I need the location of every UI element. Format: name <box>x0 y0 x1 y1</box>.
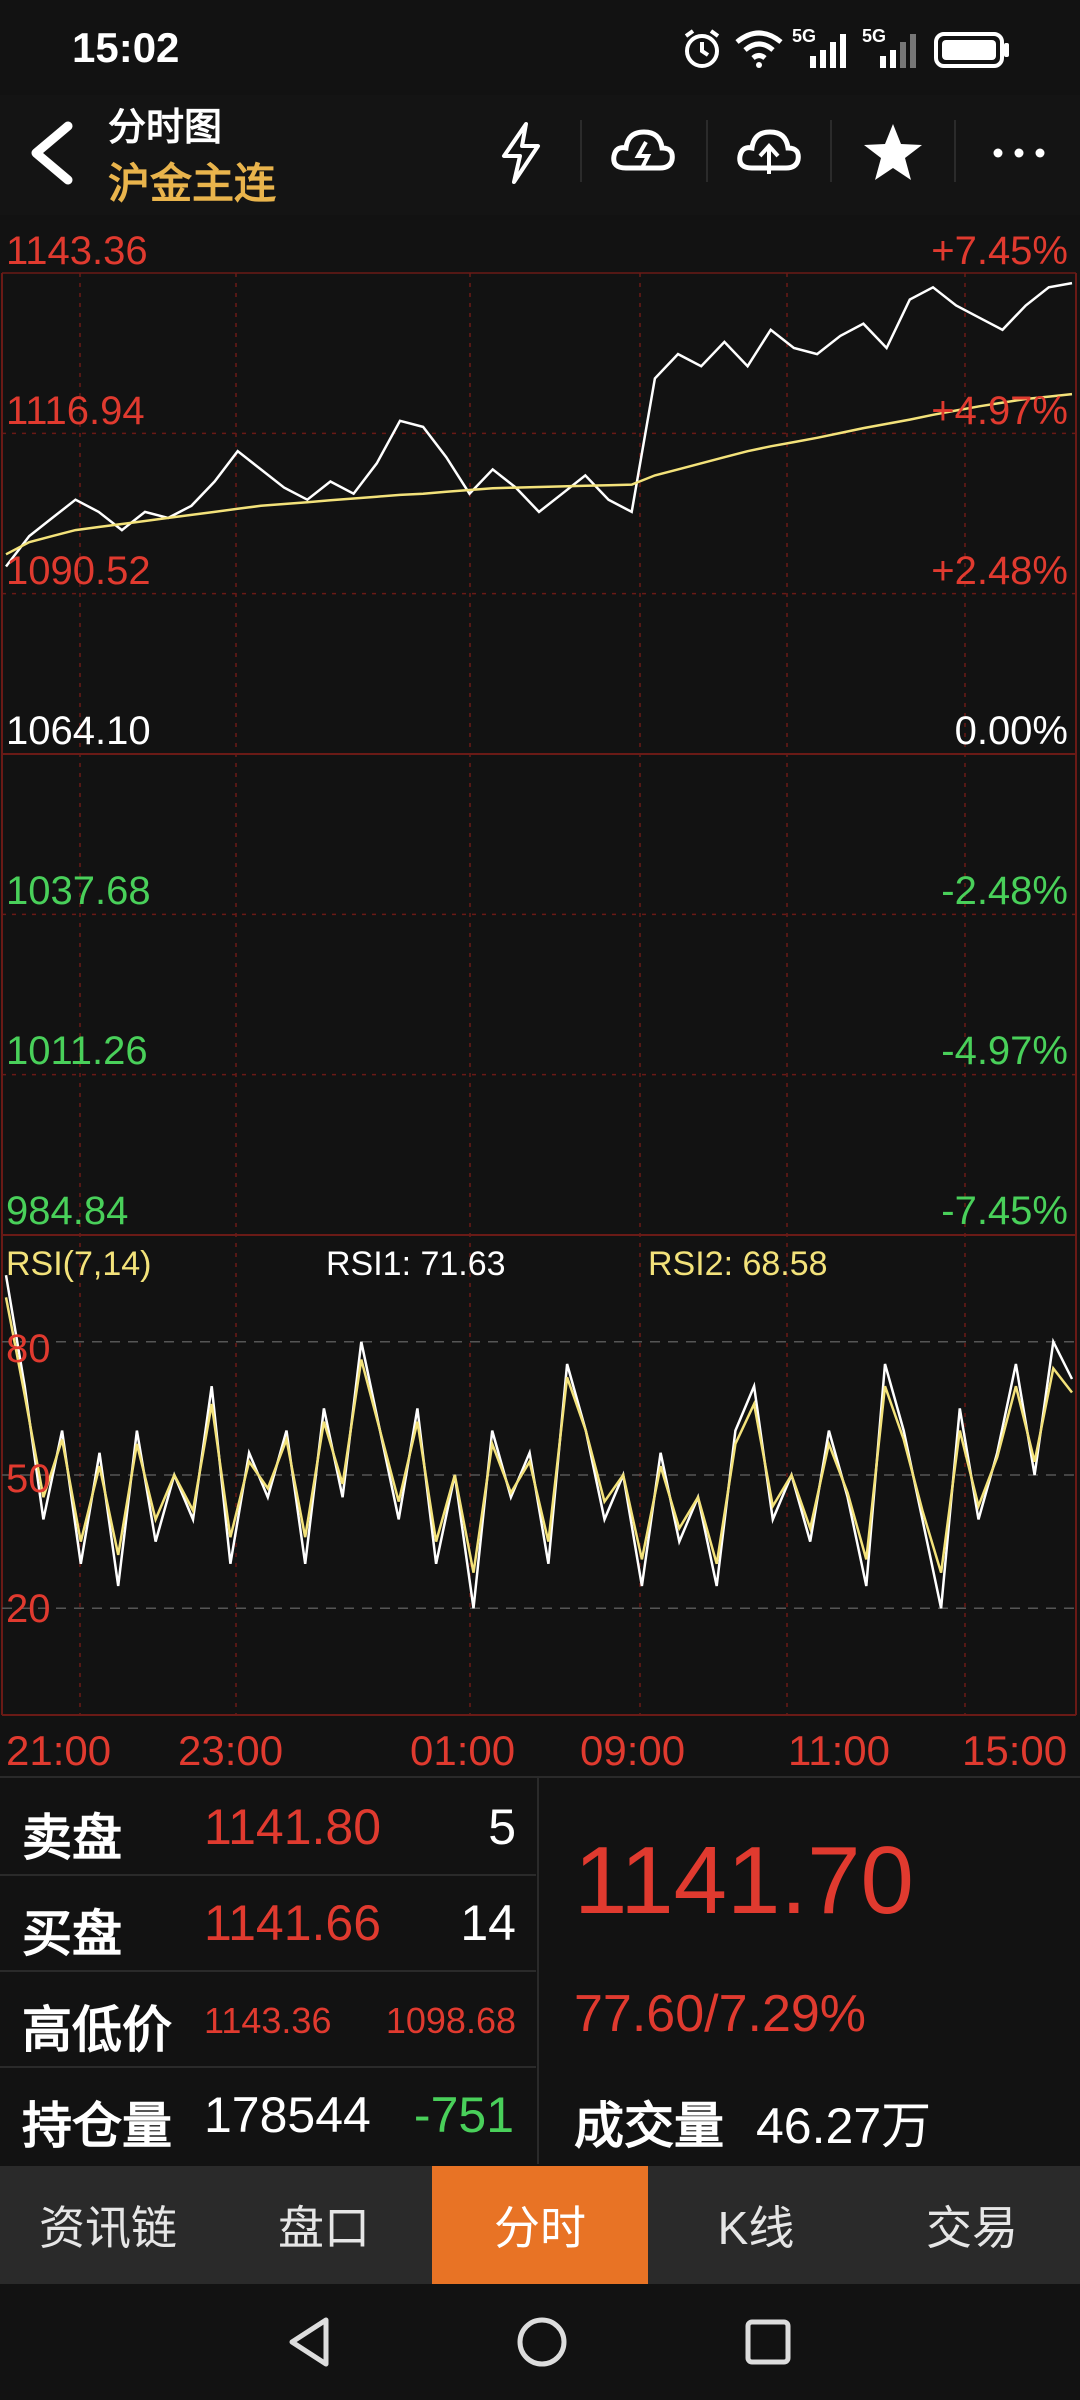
status-time: 15:02 <box>72 24 180 71</box>
chart-canvas <box>1 272 1077 1716</box>
cloud-upload-icon[interactable] <box>734 118 804 188</box>
high-low-row: 高低价 1143.36 1098.68 <box>0 1970 536 2068</box>
header-divider <box>954 120 956 182</box>
time-label: 01:00 <box>410 1727 516 1774</box>
tab-order-book[interactable]: 盘口 <box>216 2166 432 2284</box>
bottom-tab-bar: 资讯链 盘口 分时 K线 交易 <box>0 2166 1080 2284</box>
header-divider <box>580 120 582 182</box>
last-price: 1141.70 <box>574 1827 914 1934</box>
price-label: 1037.68 <box>6 869 151 913</box>
high-low-label: 高低价 <box>22 2002 172 2058</box>
battery-icon <box>934 32 1009 68</box>
tab-time-share[interactable]: 分时 <box>432 2166 648 2284</box>
percent-label: -7.45% <box>941 1189 1068 1233</box>
percent-label: +7.45% <box>931 229 1068 273</box>
wifi-icon <box>735 30 783 68</box>
series-line-average <box>5 392 1073 556</box>
buy-price: 1141.66 <box>204 1895 382 1951</box>
volume-value: 46.27万 <box>756 2098 932 2154</box>
rsi1-line <box>4 1274 1074 1609</box>
price-label: 1011.26 <box>6 1029 148 1073</box>
price-label: 1143.36 <box>6 229 148 273</box>
star-icon[interactable] <box>858 118 928 188</box>
open-interest-value: 178544 <box>204 2087 371 2143</box>
time-share-chart[interactable]: 1143.36 1116.94 1090.52 1064.10 1037.68 … <box>0 215 1080 1775</box>
header-divider <box>830 120 832 182</box>
buy-row[interactable]: 买盘 1141.66 14 <box>0 1874 536 1972</box>
percent-label: +2.48% <box>931 549 1068 593</box>
buy-qty: 14 <box>460 1895 516 1951</box>
time-label: 15:00 <box>962 1727 1068 1774</box>
quote-divider <box>537 1776 539 2164</box>
price-label: 1116.94 <box>6 389 145 433</box>
system-nav-bar <box>0 2284 1080 2400</box>
percent-label: -4.97% <box>941 1029 1068 1073</box>
status-bar: 15:02 5G 5G <box>0 0 1080 95</box>
low-price: 1098.68 <box>385 2000 516 2041</box>
time-label: 09:00 <box>580 1727 686 1774</box>
tab-trade[interactable]: 交易 <box>864 2166 1080 2284</box>
home-nav-icon[interactable] <box>510 2310 574 2374</box>
sell-row[interactable]: 卖盘 1141.80 5 <box>0 1778 536 1876</box>
rsi2-value: RSI2: 68.58 <box>648 1245 828 1283</box>
header-divider <box>706 120 708 182</box>
rsi-level-label: 20 <box>6 1587 51 1631</box>
more-icon[interactable] <box>984 118 1054 188</box>
header-title[interactable]: 沪金主连 <box>108 150 276 211</box>
alarm-icon <box>684 29 720 68</box>
price-change: 77.60/7.29% <box>574 1985 867 2043</box>
back-icon[interactable] <box>22 118 82 188</box>
time-label: 21:00 <box>6 1727 112 1774</box>
rsi-level-label: 50 <box>6 1457 51 1501</box>
high-price: 1143.36 <box>204 2000 332 2041</box>
volume-label: 成交量 <box>574 2098 724 2154</box>
price-label: 1064.10 <box>6 709 151 753</box>
tab-news-chain[interactable]: 资讯链 <box>0 2166 216 2284</box>
buy-label: 买盘 <box>22 1906 122 1962</box>
signal-icon <box>880 34 916 68</box>
open-interest-label: 持仓量 <box>22 2098 172 2154</box>
recents-nav-icon[interactable] <box>738 2312 798 2372</box>
cloud-download-icon[interactable] <box>608 118 678 188</box>
sell-qty: 5 <box>488 1799 516 1855</box>
price-label: 984.84 <box>6 1189 129 1233</box>
flash-icon[interactable] <box>486 118 556 188</box>
rsi-title: RSI(7,14) <box>6 1245 152 1283</box>
sell-label: 卖盘 <box>22 1810 122 1866</box>
header-subtitle: 分时图 <box>108 107 223 149</box>
time-label: 23:00 <box>178 1727 284 1774</box>
percent-label: 0.00% <box>954 709 1068 753</box>
price-label: 1090.52 <box>6 549 151 593</box>
tab-kline[interactable]: K线 <box>648 2166 864 2284</box>
back-nav-icon[interactable] <box>280 2312 340 2372</box>
open-interest-change: -751 <box>413 2087 514 2143</box>
rsi-level-label: 80 <box>6 1327 51 1371</box>
sell-price: 1141.80 <box>204 1799 382 1855</box>
signal-icon <box>810 34 846 68</box>
rsi2-line <box>4 1297 1073 1574</box>
series-line-price <box>5 281 1073 568</box>
time-label: 11:00 <box>788 1727 890 1774</box>
open-interest-row: 持仓量 178544 -751 <box>0 2066 536 2162</box>
percent-label: -2.48% <box>941 869 1068 913</box>
percent-label: +4.97% <box>931 389 1068 433</box>
rsi1-value: RSI1: 71.63 <box>326 1245 506 1283</box>
